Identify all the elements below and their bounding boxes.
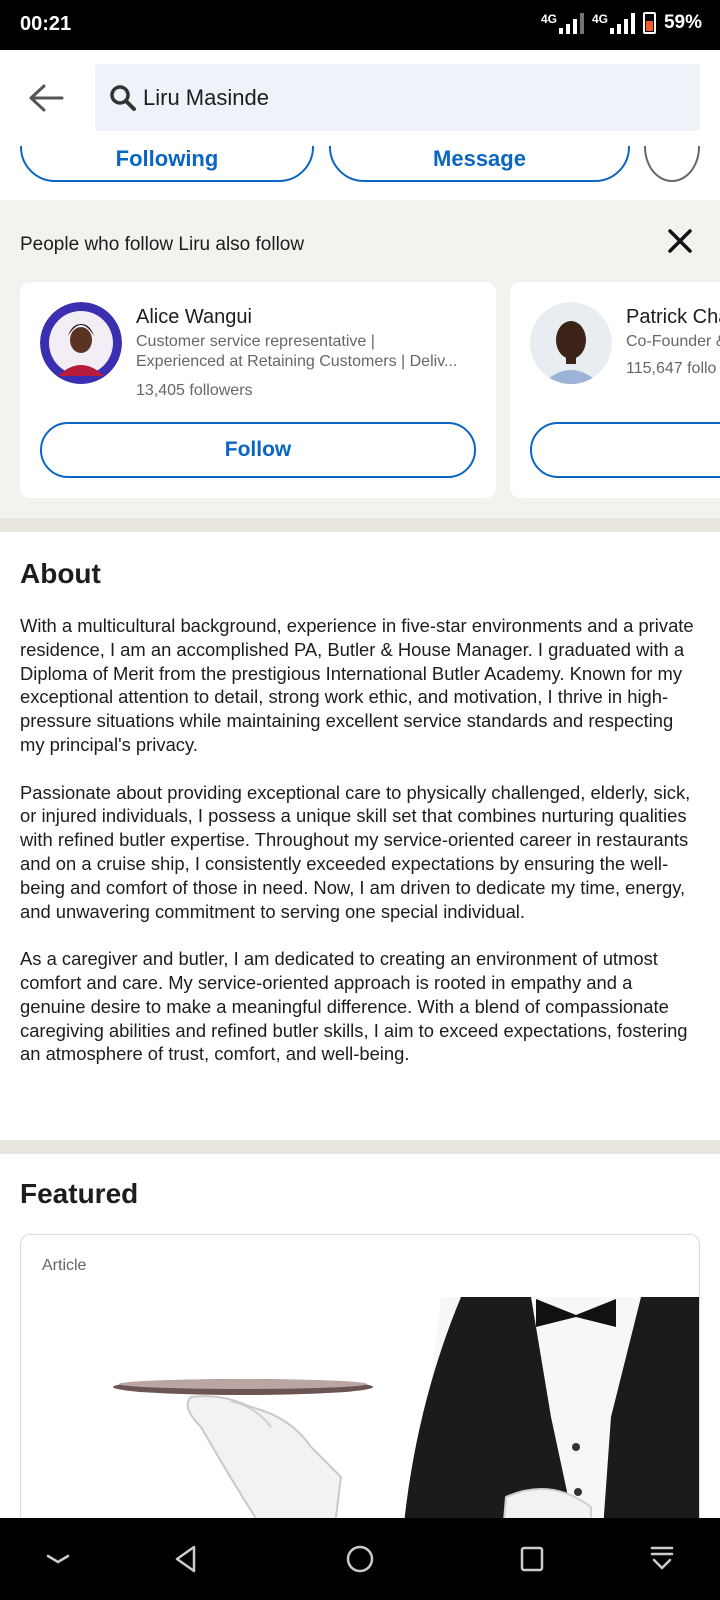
featured-article-card[interactable]: Article [20, 1234, 700, 1518]
chevron-down-icon[interactable] [44, 1542, 72, 1576]
section-heading: People who follow Liru also follow [20, 234, 305, 255]
headline-line: Customer service representative | [136, 333, 375, 350]
follower-count: 115,647 follo [626, 360, 717, 377]
headline-line: Experienced at Retaining Customers | Del… [136, 353, 458, 370]
avatar[interactable] [530, 302, 612, 384]
article-thumbnail-image[interactable] [81, 1297, 700, 1518]
top-app-bar: Liru Masinde [0, 50, 720, 146]
featured-section: Featured Article [0, 1154, 720, 1518]
section-title: Featured [20, 1178, 139, 1209]
status-right: 4G 4G 59% [541, 12, 702, 34]
status-time: 00:21 [20, 13, 72, 35]
about-paragraph: As a caregiver and butler, I am dedicate… [20, 948, 688, 1065]
battery-icon [642, 12, 656, 34]
headline-line: Co-Founder & [626, 333, 720, 350]
avatar[interactable] [40, 302, 122, 384]
back-triangle-icon[interactable] [172, 1542, 200, 1576]
about-paragraph: With a multicultural background, experie… [20, 615, 694, 755]
featured-kind-label: Article [42, 1257, 87, 1274]
message-button[interactable]: Message [329, 146, 630, 182]
suggestion-card[interactable]: Alice Wangui Customer service representa… [20, 282, 496, 498]
about-section: About With a multicultural background, e… [0, 532, 720, 1140]
signal-icon: 4G [541, 12, 584, 34]
person-headline: Co-Founder & [626, 332, 720, 352]
system-nav-bar [0, 1518, 720, 1600]
more-button[interactable] [644, 146, 700, 182]
status-bar: 00:21 4G 4G 59% [0, 0, 720, 50]
section-divider [0, 1140, 720, 1154]
section-divider [0, 518, 720, 532]
following-label: Following [115, 146, 219, 171]
about-text: With a multicultural background, experie… [20, 614, 700, 1090]
network-label: 4G [540, 12, 557, 26]
battery-percent: 59% [663, 12, 702, 33]
follow-button[interactable]: Follow [40, 422, 476, 478]
close-icon[interactable] [665, 226, 695, 256]
follow-button[interactable]: F [530, 422, 720, 478]
person-headline: Customer service representative | Experi… [136, 332, 476, 372]
person-name[interactable]: Alice Wangui [136, 306, 252, 329]
follower-count: 13,405 followers [136, 382, 253, 399]
suggestion-card[interactable]: Patrick Cha Co-Founder & 115,647 follo F [510, 282, 720, 498]
following-button[interactable]: Following [20, 146, 314, 182]
arrow-left-icon[interactable] [26, 78, 66, 118]
search-bar[interactable]: Liru Masinde [95, 64, 700, 131]
signal-icon: 4G [592, 12, 635, 34]
about-paragraph: Passionate about providing exceptional c… [20, 781, 691, 922]
network-label: 4G [591, 12, 608, 26]
search-query[interactable]: Liru Masinde [143, 85, 269, 111]
search-icon [110, 85, 136, 111]
person-name[interactable]: Patrick Cha [626, 306, 720, 329]
profile-action-row: Following Message [0, 146, 720, 200]
message-label: Message [433, 146, 526, 171]
people-also-follow-section: People who follow Liru also follow Alice… [0, 200, 720, 518]
section-title: About [20, 558, 101, 589]
recents-square-icon[interactable] [518, 1542, 546, 1576]
home-circle-icon[interactable] [345, 1542, 375, 1576]
notification-pull-icon[interactable] [648, 1542, 676, 1576]
